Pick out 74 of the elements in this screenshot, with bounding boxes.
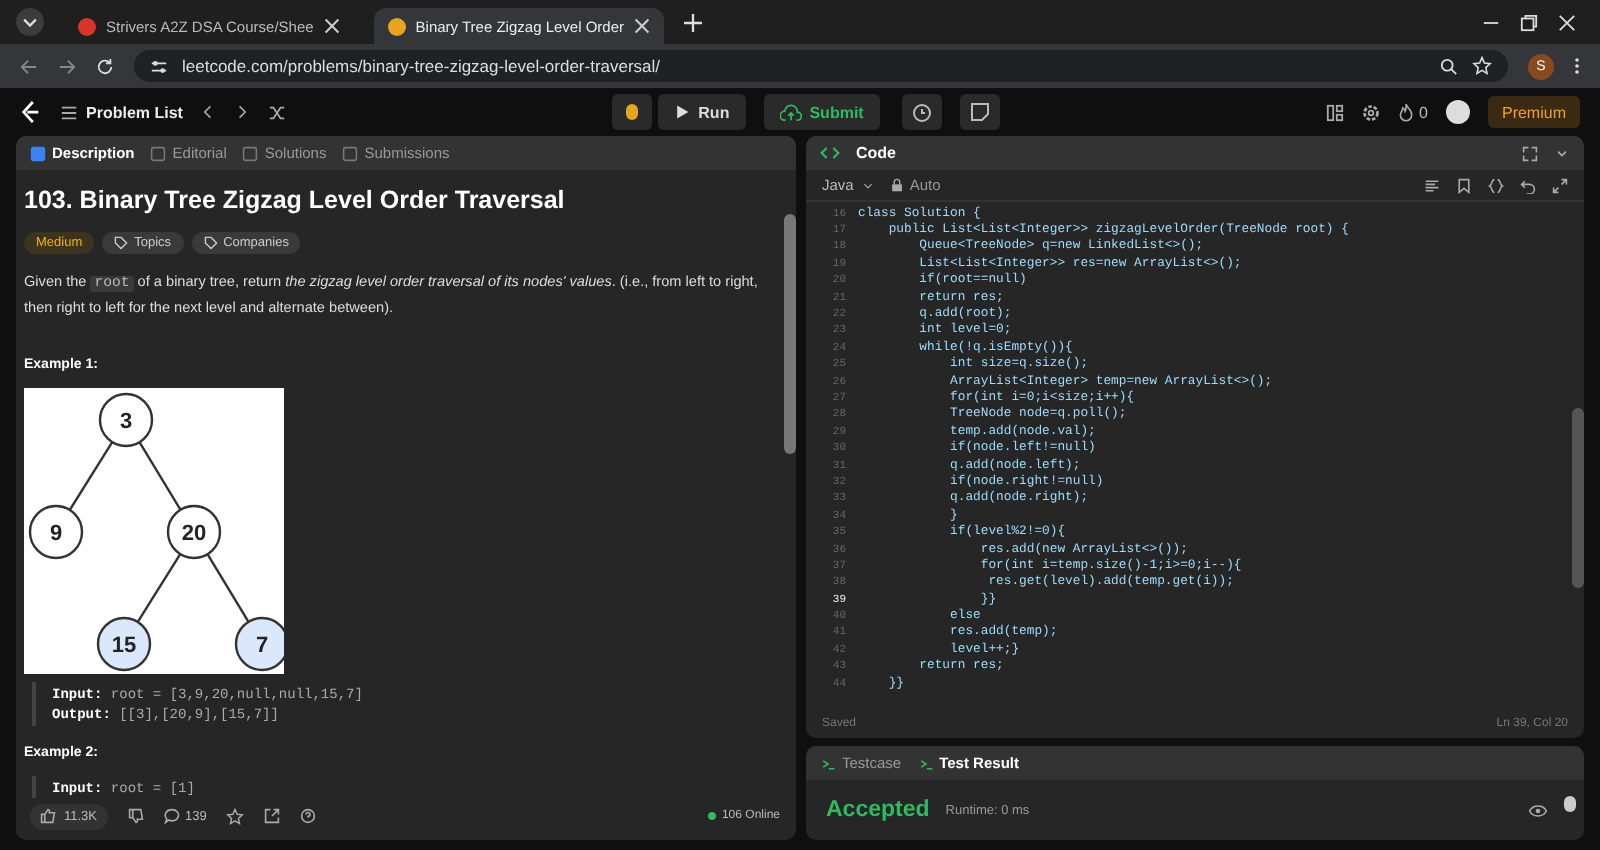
streak-count: 0 bbox=[1419, 103, 1428, 121]
tree-edge bbox=[136, 553, 182, 623]
run-button[interactable]: Run bbox=[658, 94, 746, 130]
tab-icon bbox=[242, 145, 259, 161]
more-icon[interactable] bbox=[1554, 145, 1570, 161]
eye-icon[interactable] bbox=[1528, 803, 1548, 817]
zoom-icon[interactable] bbox=[1440, 57, 1458, 75]
tab-icon bbox=[150, 145, 167, 161]
tree-node: 9 bbox=[28, 504, 84, 560]
list-icon bbox=[60, 103, 78, 121]
tree-node: 3 bbox=[98, 392, 154, 448]
scrollbar-thumb[interactable] bbox=[784, 214, 796, 454]
tab-search-icon[interactable] bbox=[16, 8, 44, 36]
next-icon[interactable] bbox=[234, 104, 251, 120]
new-tab-icon[interactable] bbox=[684, 13, 703, 31]
alarm-icon[interactable] bbox=[901, 94, 942, 130]
terminal-icon bbox=[820, 755, 836, 771]
tree-edge bbox=[138, 441, 182, 511]
tab-icon bbox=[30, 145, 46, 161]
tab-icon bbox=[342, 145, 359, 161]
restore-icon[interactable] bbox=[1520, 13, 1538, 31]
tree-node: 15 bbox=[96, 616, 152, 672]
lock-icon bbox=[889, 178, 904, 192]
verdict-label: Accepted bbox=[826, 798, 930, 822]
reload-icon[interactable] bbox=[96, 57, 114, 75]
close-icon[interactable] bbox=[323, 18, 340, 34]
online-dot-icon bbox=[707, 812, 716, 820]
upload-cloud-icon bbox=[779, 103, 802, 121]
star-icon[interactable] bbox=[226, 807, 245, 825]
site-settings-icon[interactable] bbox=[150, 57, 168, 75]
previous-icon[interactable] bbox=[200, 104, 217, 120]
tree-node: 20 bbox=[166, 504, 222, 560]
favicon-icon bbox=[387, 17, 406, 35]
expand-icon[interactable] bbox=[1522, 145, 1538, 161]
problem-list-button[interactable]: Problem List bbox=[60, 103, 183, 121]
bookmark-icon[interactable] bbox=[1456, 177, 1472, 193]
shuffle-icon[interactable] bbox=[268, 103, 287, 121]
tree-node: 7 bbox=[234, 616, 284, 672]
caret-icon bbox=[861, 179, 874, 191]
format-icon[interactable] bbox=[1424, 177, 1440, 193]
tag-icon bbox=[203, 236, 218, 250]
thumbs-up-icon bbox=[40, 808, 56, 824]
scrollbar-thumb[interactable] bbox=[1572, 408, 1584, 588]
more-icon[interactable] bbox=[1574, 56, 1580, 76]
debug-icon[interactable] bbox=[612, 94, 653, 130]
submit-button[interactable]: Submit bbox=[763, 94, 880, 130]
problem-title: 103. Binary Tree Zigzag Level Order Traversal bbox=[24, 186, 567, 214]
address-field[interactable]: leetcode.com/problems/binary-tree-zigzag-level-order-traversal/ bbox=[134, 50, 1508, 82]
expand-icon[interactable] bbox=[1552, 177, 1568, 193]
comment-icon[interactable] bbox=[163, 808, 180, 824]
back-icon[interactable] bbox=[20, 57, 38, 75]
avatar[interactable] bbox=[1445, 100, 1470, 124]
play-icon bbox=[674, 104, 691, 120]
scrollbar-thumb[interactable] bbox=[1564, 796, 1576, 812]
panel-title: Code bbox=[856, 144, 896, 162]
braces-icon[interactable] bbox=[1488, 177, 1504, 193]
tree-edge bbox=[206, 553, 250, 623]
layout-icon[interactable] bbox=[1325, 103, 1344, 121]
premium-button[interactable]: Premium bbox=[1487, 96, 1580, 128]
note-icon[interactable] bbox=[959, 94, 1000, 130]
settings-icon[interactable] bbox=[1361, 103, 1380, 121]
close-icon[interactable] bbox=[634, 18, 651, 34]
terminal-icon bbox=[917, 755, 934, 771]
help-icon[interactable] bbox=[300, 808, 317, 824]
share-icon[interactable] bbox=[264, 808, 281, 824]
forward-icon[interactable] bbox=[58, 57, 76, 75]
undo-icon[interactable] bbox=[1520, 177, 1536, 193]
close-window-icon[interactable] bbox=[1558, 13, 1576, 31]
fire-icon[interactable] bbox=[1397, 102, 1414, 122]
code-icon bbox=[820, 144, 840, 162]
favicon-icon bbox=[78, 17, 96, 35]
dislike-icon[interactable] bbox=[127, 808, 144, 824]
tag-icon bbox=[114, 236, 129, 250]
tree-edge bbox=[68, 441, 114, 511]
